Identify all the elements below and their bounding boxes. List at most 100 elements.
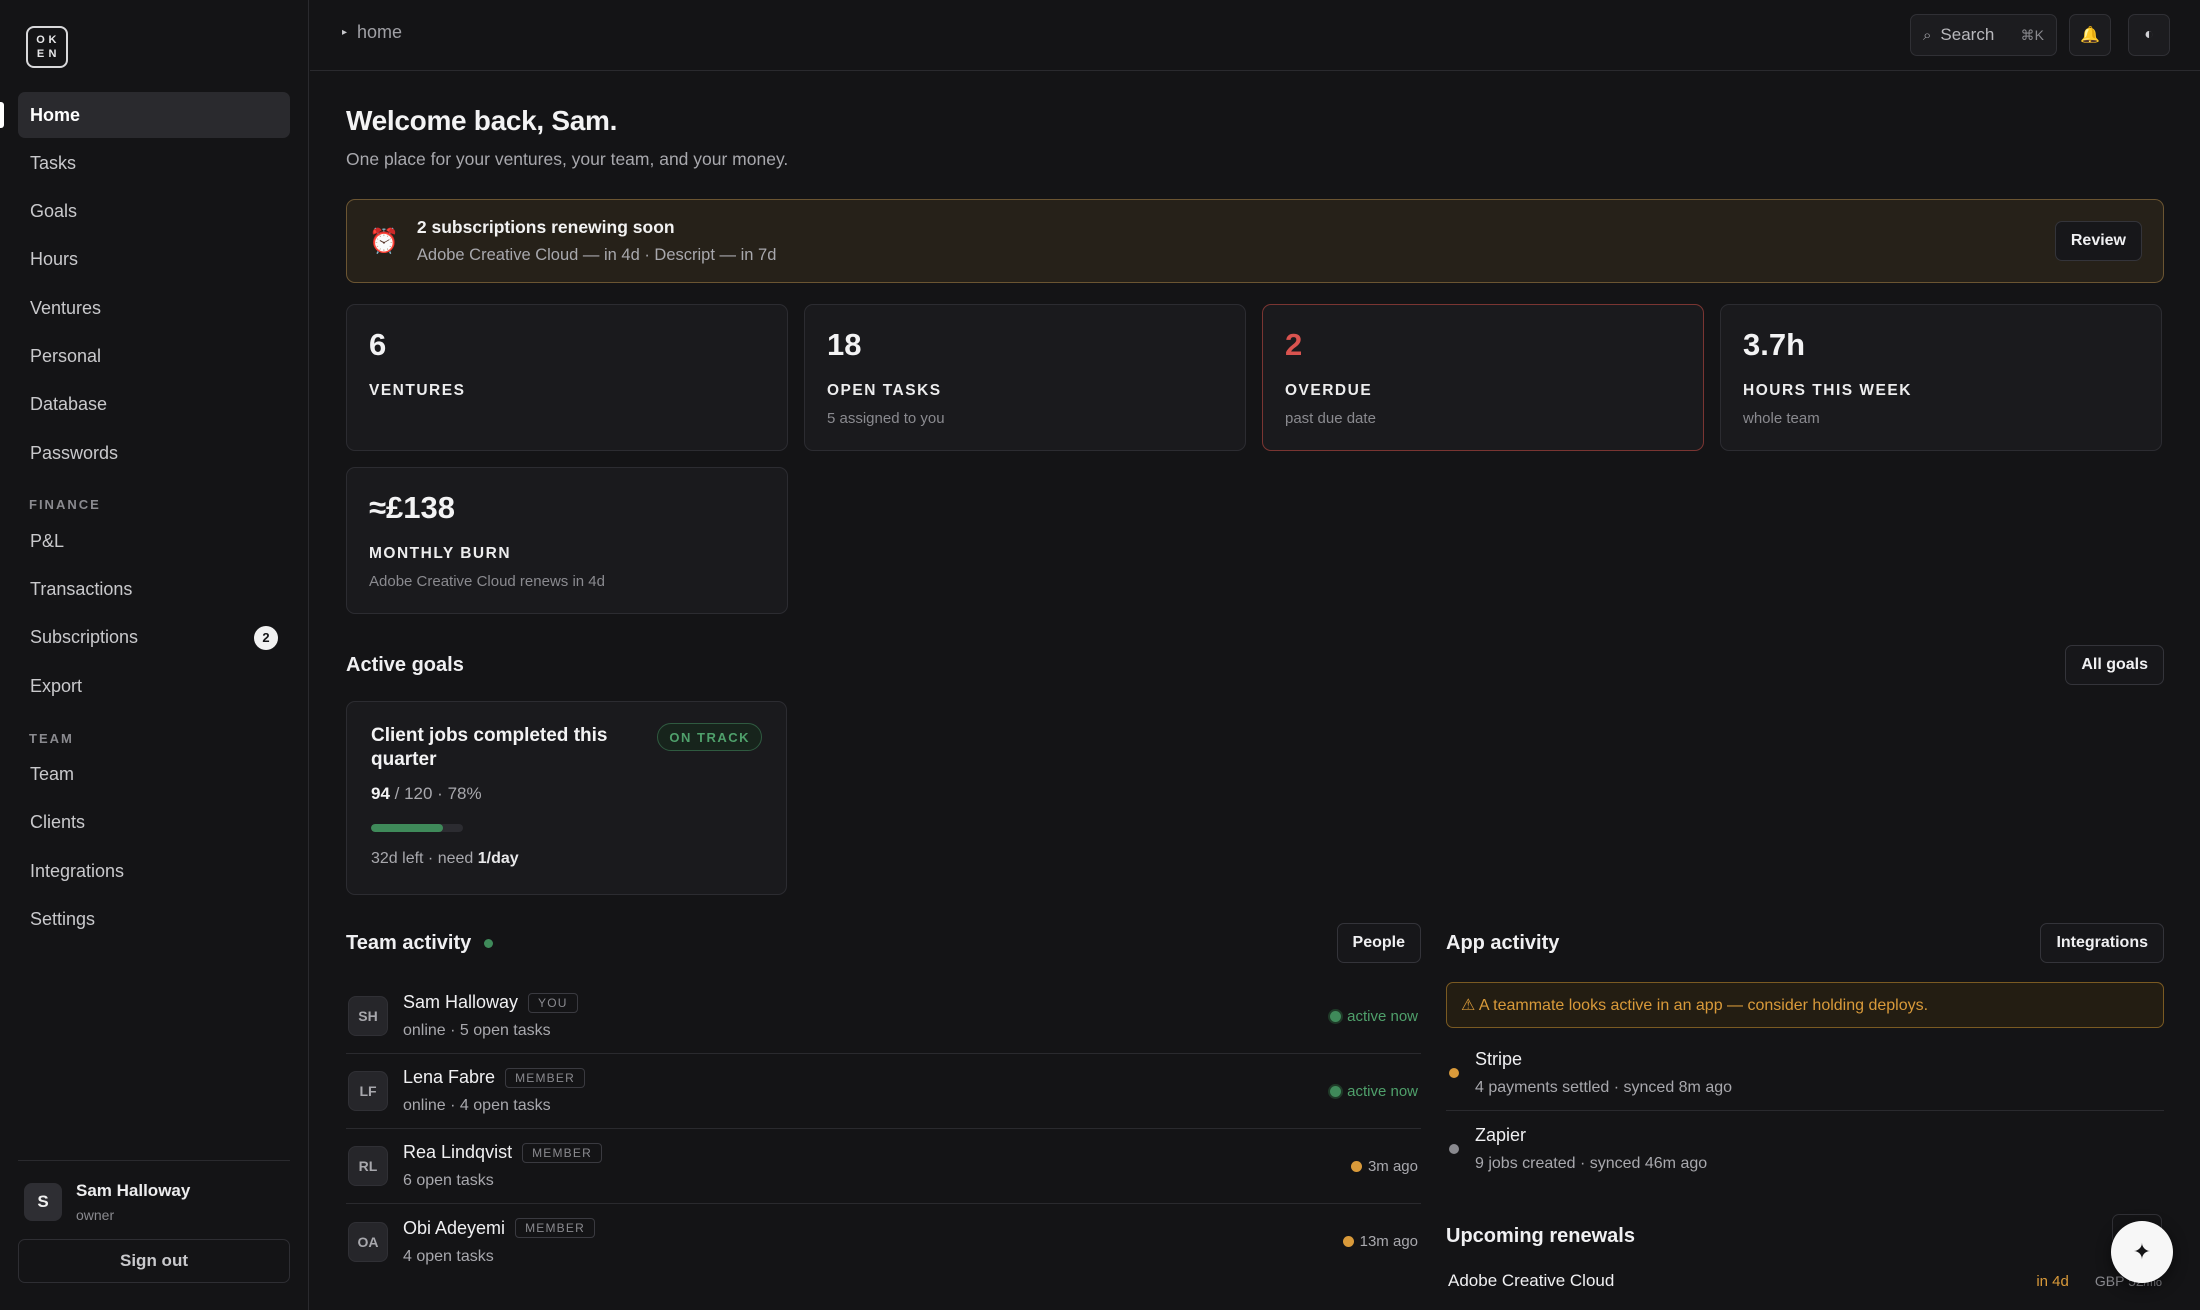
goal-done: 94 [371, 784, 390, 803]
status-text: 13m ago [1359, 1233, 1418, 1250]
member-sub: 4 open tasks [403, 1247, 494, 1265]
notifications-button[interactable]: 🔔 [2069, 14, 2111, 56]
app-activity: App activity Integrations ⚠ A teammate l… [1446, 923, 2164, 1296]
sidebar-item-label: P&L [30, 530, 65, 551]
status-dot-icon [1330, 1085, 1342, 1097]
count-badge: 2 [254, 625, 278, 650]
sidebar-item-team[interactable]: Team [18, 752, 290, 798]
progress-bar-fill [371, 824, 443, 832]
goal-time-left: 32d left · need [371, 850, 478, 867]
stat-card-open-tasks[interactable]: 18 OPEN TASKS 5 assigned to you [804, 304, 1246, 451]
sidebar-footer: S Sam Halloway owner Sign out [18, 1160, 290, 1283]
avatar: LF [348, 1071, 388, 1111]
all-goals-button[interactable]: All goals [2065, 645, 2164, 685]
renewal-name: Adobe Creative Cloud [1448, 1271, 1615, 1290]
stat-value: 2 [1285, 327, 1303, 362]
sidebar-item-label: Database [30, 394, 108, 415]
list-item[interactable]: OA Obi Adeyemi MEMBER 4 open tasks 13m ag… [346, 1204, 1421, 1279]
logo-letter: O [36, 34, 46, 46]
list-item[interactable]: RL Rea Lindqvist MEMBER 6 open tasks 3m a… [346, 1129, 1421, 1204]
integrations-button[interactable]: Integrations [2040, 923, 2164, 963]
goal-rate: 1/day [477, 850, 519, 867]
review-button[interactable]: Review [2054, 221, 2142, 261]
list-item[interactable]: Zapier 9 jobs created · synced 46m ago [1446, 1111, 2164, 1186]
sidebar-item-label: Personal [30, 345, 102, 366]
people-button[interactable]: People [1336, 923, 1421, 963]
goal-card[interactable]: Client jobs completed this quarter ON TR… [346, 701, 787, 895]
member-list: SH Sam Halloway YOU online · 5 open tasks… [346, 979, 1421, 1279]
app-list: Stripe 4 payments settled · synced 8m ag… [1446, 1036, 2164, 1186]
sign-out-button[interactable]: Sign out [18, 1239, 290, 1283]
sidebar-item-clients[interactable]: Clients [18, 800, 290, 846]
sidebar-item-export[interactable]: Export [18, 663, 290, 709]
member-name-row: Rea Lindqvist MEMBER [403, 1142, 602, 1163]
search-label: Search [1940, 25, 1995, 44]
page-subtitle: One place for your ventures, your team, … [346, 149, 789, 169]
sidebar-item-home[interactable]: Home [0, 92, 290, 138]
sidebar-item-hours[interactable]: Hours [18, 237, 290, 283]
member-name: Rea Lindqvist [403, 1142, 513, 1162]
member-name: Obi Adeyemi [403, 1217, 506, 1238]
member-name: Sam Halloway [403, 992, 519, 1012]
sidebar-item-label: Goals [30, 201, 78, 222]
sidebar-item-subscriptions[interactable]: Subscriptions 2 [18, 615, 290, 661]
main-content: Welcome back, Sam. One place for your ve… [346, 71, 2164, 895]
sidebar-item-label: Transactions [30, 579, 133, 600]
alert-title: 2 subscriptions renewing soon [416, 217, 675, 237]
sidebar-item-label: Settings [30, 908, 96, 929]
sidebar-item-tasks[interactable]: Tasks [18, 140, 290, 186]
app-sub: 4 payments settled · synced 8m ago [1475, 1079, 1733, 1096]
status-text: active now [1347, 1007, 1418, 1025]
breadcrumb-item[interactable]: home [357, 22, 402, 43]
list-item[interactable]: Stripe 4 payments settled · synced 8m ag… [1446, 1036, 2164, 1111]
goal-title: Client jobs completed this quarter [371, 725, 608, 770]
stats-grid: 6 VENTURES 18 OPEN TASKS 5 assigned to y… [346, 304, 2164, 614]
goal-total: / 120 · 78% [389, 784, 482, 803]
member-name-row: Obi Adeyemi MEMBER [403, 1218, 595, 1239]
member-name-row: Lena Fabre MEMBER [403, 1067, 585, 1088]
member-sub: online · 5 open tasks [403, 1022, 551, 1039]
sidebar-item-settings[interactable]: Settings [18, 896, 290, 942]
section-title: Active goals [346, 653, 464, 676]
search-icon: ⌕ [1923, 26, 1932, 44]
sidebar-item-goals[interactable]: Goals [18, 189, 290, 235]
bell-icon: 🔔 [2080, 27, 2100, 44]
app-logo[interactable]: O K E N [26, 26, 68, 68]
team-activity: Team activity People SH Sam Halloway YOU … [346, 923, 1421, 1279]
search-button[interactable]: ⌕ Search ⌘K [1910, 14, 2057, 56]
current-user[interactable]: S Sam Halloway owner [18, 1161, 290, 1223]
stat-label: OVERDUE [1285, 382, 1373, 399]
sidebar-item-database[interactable]: Database [18, 382, 290, 428]
sidebar-item-integrations[interactable]: Integrations [18, 848, 290, 894]
sidebar-item-ventures[interactable]: Ventures [18, 285, 290, 331]
sidebar-item-passwords[interactable]: Passwords [18, 430, 290, 476]
list-item[interactable]: LF Lena Fabre MEMBER online · 4 open task… [346, 1054, 1421, 1129]
page-title: Welcome back, Sam. [346, 105, 618, 136]
stat-label: HOURS THIS WEEK [1743, 382, 1912, 399]
stat-card-monthly-burn[interactable]: ≈£138 MONTHLY BURN Adobe Creative Cloud … [346, 467, 788, 614]
sidebar-item-pnl[interactable]: P&L [18, 518, 290, 564]
status-dot-icon [1330, 1010, 1342, 1022]
status-dot-icon [1449, 1143, 1459, 1154]
list-item[interactable]: SH Sam Halloway YOU online · 5 open tasks… [346, 979, 1421, 1054]
renewal-row[interactable]: Adobe Creative Cloud in 4d GBP 52/mo [1446, 1266, 2164, 1296]
avatar: S [24, 1183, 62, 1221]
presence-status: 13m ago [1342, 1233, 1418, 1250]
section-title: App activity [1446, 931, 1560, 954]
stat-sub: Adobe Creative Cloud renews in 4d [369, 573, 605, 590]
assistant-fab[interactable]: ✦ [2111, 1221, 2173, 1283]
stat-value: 6 [369, 327, 387, 362]
sidebar-item-personal[interactable]: Personal [18, 333, 290, 379]
sidebar-item-label: Ventures [30, 297, 102, 318]
stat-sub: whole team [1743, 410, 1820, 427]
avatar: OA [348, 1221, 388, 1262]
stat-card-hours[interactable]: 3.7h HOURS THIS WEEK whole team [1720, 304, 2162, 451]
renewal-alert: ⏰ 2 subscriptions renewing soon Adobe Cr… [346, 199, 2164, 283]
sidebar-item-label: Subscriptions [30, 627, 139, 648]
sidebar-item-label: Hours [30, 249, 79, 270]
theme-toggle-button[interactable]: ◐ [2128, 14, 2170, 56]
sidebar-item-label: Tasks [30, 152, 77, 173]
stat-card-overdue[interactable]: 2 OVERDUE past due date [1262, 304, 1704, 451]
sidebar-item-transactions[interactable]: Transactions [18, 567, 290, 613]
stat-card-ventures[interactable]: 6 VENTURES [346, 304, 788, 451]
